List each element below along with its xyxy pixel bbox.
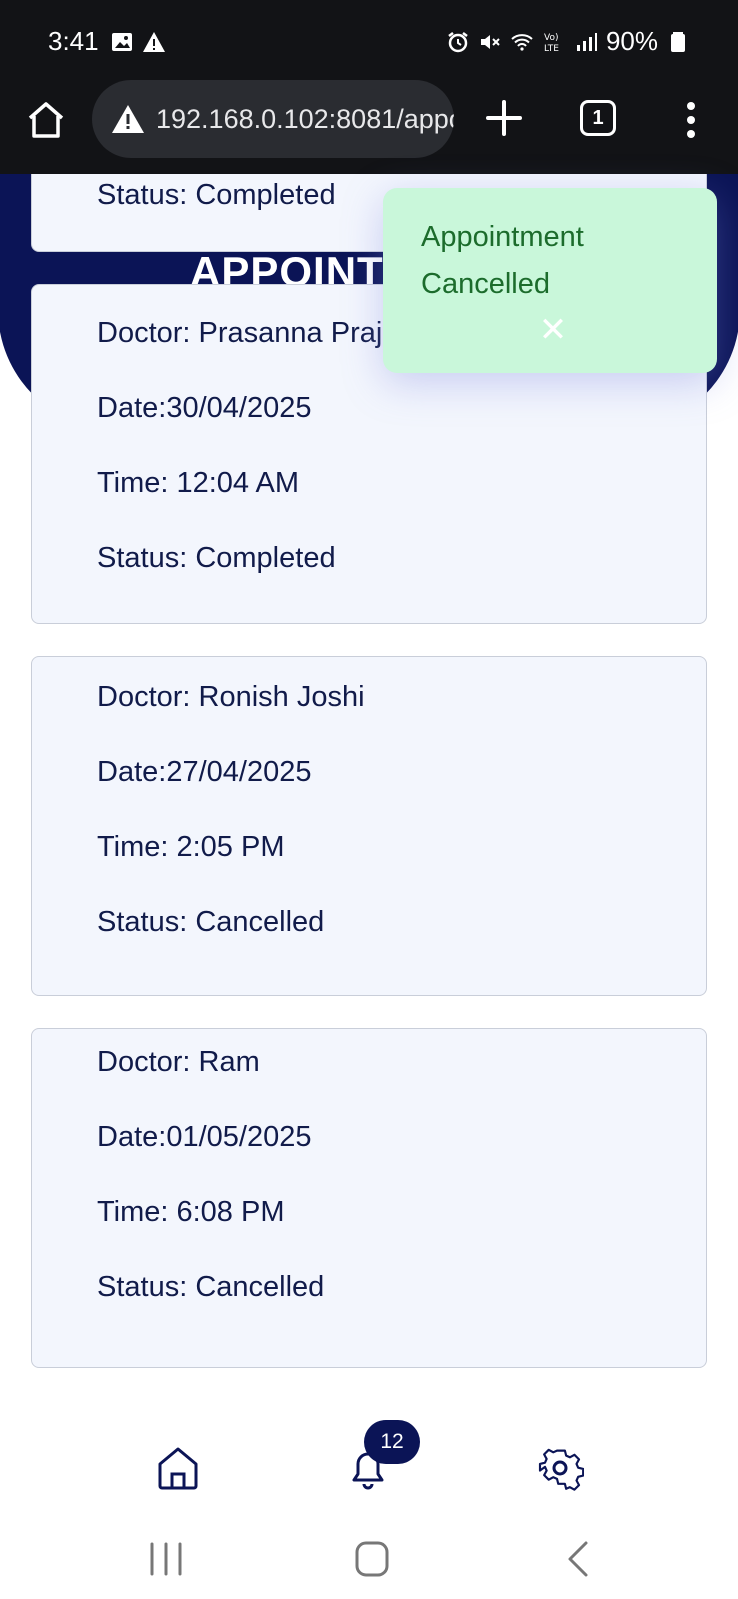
status-time: 3:41 [48, 26, 99, 56]
tab-switcher-button[interactable]: 1 [580, 100, 616, 136]
toast-close-button[interactable]: ✕ [535, 312, 571, 348]
battery-percentage: 90% [605, 26, 658, 56]
image-icon [112, 33, 132, 51]
mute-icon [480, 34, 500, 49]
svg-text:LTE: LTE [544, 44, 559, 54]
appointment-date: Date:01/05/2025 [97, 1121, 312, 1153]
svg-text:Vo): Vo) [544, 33, 558, 43]
volte-icon: Vo)LTE [544, 33, 559, 54]
notification-count-badge[interactable]: 12 [364, 1420, 420, 1464]
battery-icon [671, 31, 685, 52]
browser-chrome: 3:41 Vo)LTE 90% 192.168.0.102:8081/appoi… [0, 0, 738, 174]
status-bar: 3:41 Vo) LTE 90% [0, 0, 738, 86]
appointment-date: Date:27/04/2025 [97, 756, 312, 788]
new-tab-icon[interactable] [484, 96, 524, 140]
not-secure-warning-icon[interactable] [110, 103, 146, 135]
appointment-status: Status: Cancelled [97, 906, 325, 938]
back-icon[interactable] [558, 1538, 602, 1580]
appointment-card: Doctor: Ronish Joshi Date:27/04/2025 Tim… [31, 656, 707, 996]
toast-notification: Appointment Cancelled ✕ [383, 188, 717, 373]
appointment-time: Time: 6:08 PM [97, 1196, 285, 1228]
address-bar[interactable]: 192.168.0.102:8081/appointments [92, 80, 454, 158]
appointment-doctor: Doctor: Ronish Joshi [97, 681, 365, 713]
alarm-icon [448, 31, 468, 52]
system-home-icon[interactable] [350, 1538, 394, 1580]
signal-icon [576, 32, 597, 51]
browser-home-icon[interactable] [24, 98, 68, 142]
system-navigation-bar [0, 1520, 738, 1599]
wifi-icon [511, 33, 533, 51]
appointment-status: Status: Completed [97, 179, 336, 211]
warning-icon [143, 32, 165, 52]
appointment-card: Doctor: Ram Date:01/05/2025 Time: 6:08 P… [31, 1028, 707, 1368]
home-icon[interactable] [154, 1444, 202, 1492]
browser-toolbar: 192.168.0.102:8081/appointments 1 [0, 80, 738, 160]
appointment-status: Status: Completed [97, 542, 336, 574]
appointment-status: Status: Cancelled [97, 1271, 325, 1303]
appointment-time: Time: 12:04 AM [97, 467, 300, 499]
browser-menu-icon[interactable] [676, 98, 706, 142]
appointment-date: Date:30/04/2025 [97, 392, 312, 424]
address-url[interactable]: 192.168.0.102:8081/appointments [156, 104, 454, 135]
appointment-time: Time: 2:05 PM [97, 831, 285, 863]
recent-apps-icon[interactable] [144, 1538, 188, 1580]
toast-message: Appointment Cancelled [421, 221, 584, 300]
settings-icon[interactable] [536, 1444, 584, 1492]
appointment-doctor: Doctor: Ram [97, 1046, 260, 1078]
bottom-navigation: 12 [0, 1410, 738, 1520]
